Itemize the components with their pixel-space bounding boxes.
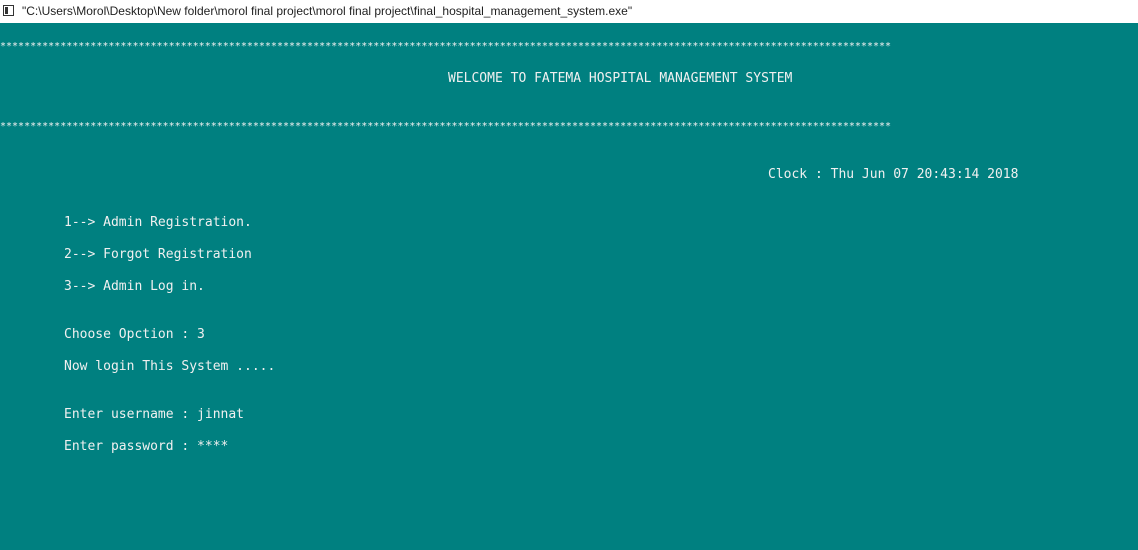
choose-option-line: Choose Opction : 3 <box>64 327 205 342</box>
console-output[interactable]: ****************************************… <box>0 23 1138 550</box>
username-prompt: Enter username : jinnat <box>64 407 245 422</box>
menu-option-admin-registration: 1--> Admin Registration. <box>64 215 252 230</box>
welcome-heading: WELCOME TO FATEMA HOSPITAL MANAGEMENT SY… <box>448 71 793 86</box>
menu-option-forgot-registration: 2--> Forgot Registration <box>64 247 252 262</box>
title-bar[interactable]: "C:\Users\Morol\Desktop\New folder\morol… <box>0 0 1138 23</box>
window-title: "C:\Users\Morol\Desktop\New folder\morol… <box>22 4 633 18</box>
clock-readout: Clock : Thu Jun 07 20:43:14 2018 <box>768 167 1019 182</box>
console-app-icon <box>3 5 14 16</box>
separator-line-top: ****************************************… <box>0 41 892 52</box>
menu-option-admin-login: 3--> Admin Log in. <box>64 279 205 294</box>
separator-line-bottom: ****************************************… <box>0 121 892 132</box>
console-window: "C:\Users\Morol\Desktop\New folder\morol… <box>0 0 1138 550</box>
password-prompt: Enter password : **** <box>64 439 229 454</box>
login-message: Now login This System ..... <box>64 359 276 374</box>
